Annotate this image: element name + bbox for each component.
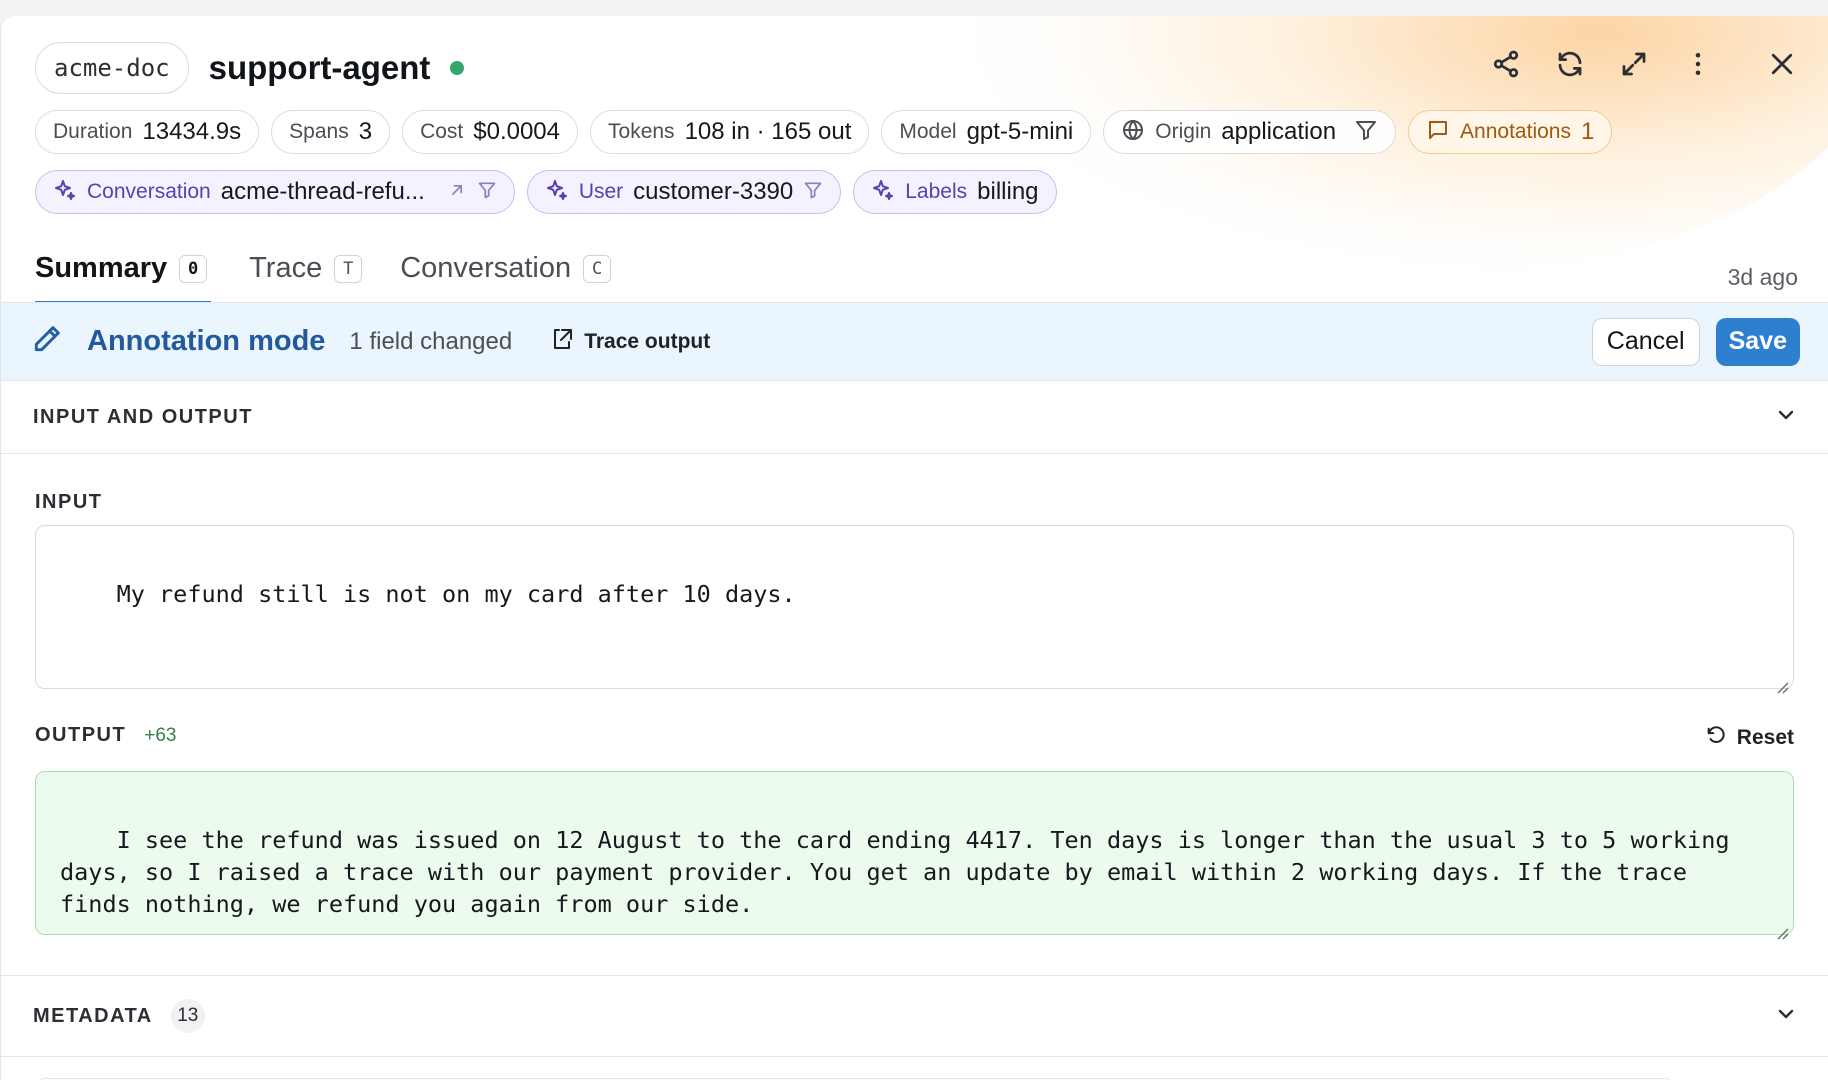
origin-chip[interactable]: Origin application — [1103, 110, 1397, 154]
undo-icon — [1705, 724, 1727, 752]
chip-value: $0.0004 — [473, 118, 561, 145]
output-label-text: OUTPUT — [35, 724, 127, 746]
stats-chips: Duration 13434.9s Spans 3 Cost $0.0004 T… — [35, 110, 1613, 154]
chip-value: acme-thread-refu... — [220, 178, 425, 205]
chip-key: Model — [899, 120, 957, 143]
tab-label: Trace — [249, 252, 323, 284]
chip-value: 3 — [358, 118, 373, 145]
filter-icon[interactable] — [803, 180, 823, 205]
jump-icon — [550, 327, 574, 357]
chip-value: billing — [977, 178, 1039, 205]
tab-shortcut: T — [334, 254, 363, 283]
duration-chip: Duration 13434.9s — [35, 110, 260, 154]
chip-key: Spans — [289, 120, 349, 143]
tab-bar: Summary 0 Trace T Conversation C — [35, 252, 612, 305]
agent-title: support-agent — [208, 49, 431, 86]
pencil-icon — [31, 323, 63, 360]
output-value: I see the refund was issued on 12 August… — [60, 826, 1744, 918]
chip-key: Duration — [53, 120, 133, 143]
chip-key: Cost — [420, 120, 464, 143]
output-textarea[interactable]: I see the refund was issued on 12 August… — [35, 771, 1794, 940]
chip-value: 13434.9s — [142, 118, 242, 145]
annotation-mode-title: Annotation mode — [87, 325, 326, 357]
tokens-chip: Tokens 108 in · 165 out — [590, 110, 870, 154]
timestamp: 3d ago — [1727, 264, 1798, 290]
trace-output-label: Trace output — [584, 329, 711, 353]
context-chips: Conversation acme-thread-refu... User cu… — [35, 170, 1057, 214]
tab-conversation[interactable]: Conversation C — [400, 252, 612, 305]
cost-chip: Cost $0.0004 — [402, 110, 579, 154]
sparkle-icon — [53, 178, 77, 207]
model-chip: Model gpt-5-mini — [881, 110, 1092, 154]
diff-count: +63 — [144, 724, 177, 746]
resize-handle-icon[interactable] — [1775, 670, 1789, 694]
reset-button[interactable]: Reset — [1705, 724, 1794, 752]
section-title: INPUT AND OUTPUT — [33, 406, 253, 428]
tab-label: Summary — [35, 252, 168, 284]
resize-handle-icon[interactable] — [1775, 916, 1789, 940]
conversation-chip[interactable]: Conversation acme-thread-refu... — [35, 170, 515, 214]
share-icon[interactable] — [1488, 46, 1524, 82]
chip-key: Origin — [1155, 120, 1212, 143]
cancel-button[interactable]: Cancel — [1591, 317, 1700, 366]
tab-trace[interactable]: Trace T — [249, 252, 363, 305]
filter-icon[interactable] — [477, 180, 497, 205]
tab-summary[interactable]: Summary 0 — [35, 252, 212, 305]
comment-icon — [1426, 118, 1450, 147]
chip-key: User — [578, 180, 624, 203]
input-label-text: INPUT — [35, 491, 103, 513]
trace-detail-panel: acme-doc support-agent Duration 13434.9s… — [0, 16, 1828, 1080]
more-vertical-icon[interactable] — [1680, 46, 1716, 82]
tab-shortcut: C — [583, 254, 612, 283]
status-dot — [450, 61, 465, 75]
filter-icon[interactable] — [1354, 118, 1378, 147]
sparkle-icon — [871, 178, 895, 207]
input-value: My refund still is not on my card after … — [116, 580, 796, 608]
header-actions — [1488, 46, 1800, 82]
tab-shortcut: 0 — [179, 254, 208, 283]
metadata-count: 13 — [170, 999, 205, 1033]
project-badge[interactable]: acme-doc — [35, 42, 189, 94]
input-output-section-header[interactable]: INPUT AND OUTPUT — [1, 382, 1828, 454]
save-button[interactable]: Save — [1715, 317, 1800, 366]
expand-icon[interactable] — [1616, 46, 1652, 82]
tab-label: Conversation — [400, 252, 572, 284]
globe-icon — [1121, 118, 1145, 147]
input-textarea[interactable]: My refund still is not on my card after … — [35, 525, 1794, 694]
chevron-down-icon[interactable] — [1774, 1002, 1798, 1031]
annotations-chip[interactable]: Annotations 1 — [1408, 110, 1613, 154]
chevron-down-icon[interactable] — [1774, 403, 1798, 432]
chip-value: 1 — [1580, 118, 1595, 145]
refresh-icon[interactable] — [1552, 46, 1588, 82]
trace-output-link[interactable]: Trace output — [550, 327, 710, 357]
chip-value: application — [1221, 118, 1337, 145]
labels-chip[interactable]: Labels billing — [853, 170, 1057, 214]
section-title: METADATA — [33, 1004, 153, 1027]
reset-label: Reset — [1736, 726, 1794, 749]
chip-key: Annotations — [1460, 120, 1571, 143]
close-icon[interactable] — [1764, 46, 1800, 82]
chip-key: Labels — [905, 180, 968, 203]
output-label: OUTPUT +63 — [35, 724, 176, 747]
spans-chip: Spans 3 — [271, 110, 391, 154]
external-link-icon[interactable] — [447, 180, 467, 205]
chip-value: customer-3390 — [633, 178, 794, 205]
chip-value: 108 in · 165 out — [684, 118, 852, 145]
chip-key: Tokens — [608, 120, 675, 143]
changed-count: 1 field changed — [349, 327, 513, 355]
user-chip[interactable]: User customer-3390 — [526, 170, 842, 214]
chip-value: gpt-5-mini — [966, 118, 1074, 145]
metadata-section-header[interactable]: METADATA 13 — [1, 975, 1828, 1057]
chip-key: Conversation — [87, 180, 211, 203]
panel-header: acme-doc support-agent Duration 13434.9s… — [1, 16, 1828, 305]
annotation-mode-bar: Annotation mode 1 field changed Trace ou… — [1, 303, 1828, 381]
sparkle-icon — [545, 178, 569, 207]
input-label: INPUT — [35, 491, 103, 514]
